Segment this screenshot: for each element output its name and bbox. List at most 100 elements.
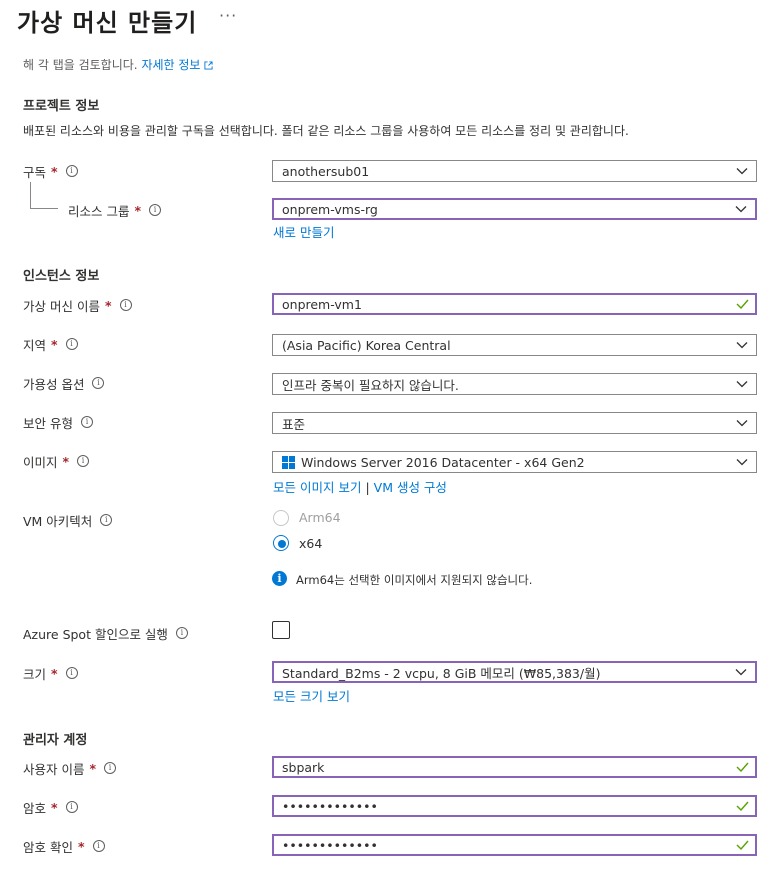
intro-text: 해 각 탭을 검토합니다. 자세한 정보 — [23, 56, 214, 73]
link-separator: | — [365, 480, 370, 495]
resource-group-value: onprem-vms-rg — [282, 201, 378, 217]
image-label-text: 이미지 — [23, 454, 58, 470]
info-icon[interactable]: i — [65, 801, 78, 813]
region-dropdown[interactable]: (Asia Pacific) Korea Central — [272, 334, 757, 356]
vm-name-input[interactable]: onprem-vm1 — [272, 293, 757, 315]
password-input[interactable]: ••••••••••••• — [272, 795, 757, 817]
info-icon[interactable]: i — [65, 667, 78, 679]
required-marker: * — [77, 838, 85, 854]
external-link-icon — [204, 61, 214, 70]
username-input[interactable]: sbpark — [272, 756, 757, 778]
checkmark-icon — [736, 299, 749, 309]
subscription-label-text: 구독 — [23, 164, 47, 180]
tree-connector-vertical — [30, 182, 31, 208]
size-value: Standard_B2ms - 2 vcpu, 8 GiB 메모리 (₩85,3… — [282, 665, 601, 681]
azure-spot-label-text: Azure Spot 할인으로 실행 — [23, 626, 168, 642]
availability-dropdown[interactable]: 인프라 중복이 필요하지 않습니다. — [272, 373, 757, 395]
info-icon[interactable]: i — [119, 299, 132, 311]
resource-group-label-text: 리소스 그룹 — [68, 203, 130, 219]
security-type-label-text: 보안 유형 — [23, 415, 73, 431]
checkmark-icon — [736, 801, 749, 811]
username-value: sbpark — [282, 759, 325, 775]
info-icon[interactable]: i — [65, 165, 78, 177]
learn-more-label: 자세한 정보 — [141, 58, 201, 72]
availability-label: 가용성 옵션 i — [23, 373, 105, 393]
info-icon[interactable]: i — [100, 514, 113, 526]
info-icon[interactable]: i — [77, 455, 90, 467]
configure-vm-generation-link[interactable]: VM 생성 구성 — [374, 480, 447, 495]
arm64-radio[interactable] — [273, 510, 289, 526]
page-title: 가상 머신 만들기 — [17, 9, 198, 37]
project-description: 배포된 리소스와 비용을 관리할 구독을 선택합니다. 폴더 같은 리소스 그룹… — [23, 124, 629, 138]
chevron-down-icon — [736, 168, 748, 175]
info-icon[interactable]: i — [149, 204, 162, 216]
required-marker: * — [51, 336, 58, 352]
vm-name-label: 가상 머신 이름 * i — [23, 295, 132, 315]
x64-radio[interactable] — [273, 535, 289, 551]
learn-more-link[interactable]: 자세한 정보 — [141, 58, 214, 72]
password-label: 암호 * i — [23, 797, 78, 817]
required-marker: * — [134, 202, 142, 218]
region-label: 지역 * i — [23, 334, 78, 354]
vm-architecture-label-text: VM 아키텍처 — [23, 513, 93, 529]
required-marker: * — [51, 163, 58, 179]
arm64-unsupported-note: Arm64는 선택한 이미지에서 지원되지 않습니다. — [296, 573, 533, 587]
see-all-images-link[interactable]: 모든 이미지 보기 — [273, 480, 361, 495]
subscription-dropdown[interactable]: anothersub01 — [272, 160, 757, 182]
confirm-password-label: 암호 확인 * i — [23, 836, 105, 856]
arm64-label: Arm64 — [299, 510, 341, 525]
security-type-value: 표준 — [282, 416, 306, 432]
region-label-text: 지역 — [23, 337, 47, 353]
required-marker: * — [104, 297, 112, 313]
password-label-text: 암호 — [23, 800, 47, 816]
username-label: 사용자 이름 * i — [23, 758, 117, 778]
required-marker: * — [89, 760, 97, 776]
chevron-down-icon — [735, 206, 747, 213]
intro-text-label: 해 각 탭을 검토합니다. — [23, 58, 138, 72]
chevron-down-icon — [736, 459, 748, 466]
confirm-password-input[interactable]: ••••••••••••• — [272, 834, 757, 856]
security-type-dropdown[interactable]: 표준 — [272, 412, 757, 434]
password-value: ••••••••••••• — [282, 798, 378, 814]
resource-group-label: 리소스 그룹 * i — [68, 200, 162, 220]
required-marker: * — [51, 799, 58, 815]
required-marker: * — [51, 665, 58, 681]
x64-label: x64 — [299, 536, 323, 551]
chevron-down-icon — [736, 420, 748, 427]
confirm-password-label-text: 암호 확인 — [23, 839, 73, 855]
see-all-sizes-link[interactable]: 모든 크기 보기 — [273, 686, 350, 705]
image-dropdown[interactable]: Windows Server 2016 Datacenter - x64 Gen… — [272, 451, 757, 473]
username-label-text: 사용자 이름 — [23, 761, 85, 777]
info-icon[interactable]: i — [175, 627, 188, 639]
project-details-heading: 프로젝트 정보 — [23, 99, 100, 114]
image-label: 이미지 * i — [23, 451, 90, 471]
more-options-button[interactable]: ··· — [219, 6, 237, 25]
chevron-down-icon — [736, 342, 748, 349]
image-links: 모든 이미지 보기 | VM 생성 구성 — [273, 477, 447, 496]
subscription-value: anothersub01 — [282, 163, 370, 179]
size-label: 크기 * i — [23, 663, 78, 683]
info-icon[interactable]: i — [92, 840, 105, 852]
info-icon[interactable]: i — [104, 762, 117, 774]
checkmark-icon — [736, 840, 749, 850]
chevron-down-icon — [736, 381, 748, 388]
info-icon[interactable]: i — [65, 338, 78, 350]
create-new-resource-group-link[interactable]: 새로 만들기 — [273, 222, 334, 241]
azure-spot-checkbox[interactable] — [272, 621, 290, 639]
info-icon[interactable]: i — [80, 416, 93, 428]
tree-connector-horizontal — [30, 208, 58, 209]
vm-name-value: onprem-vm1 — [282, 296, 362, 312]
windows-icon — [282, 455, 295, 469]
availability-value: 인프라 중복이 필요하지 않습니다. — [282, 377, 459, 393]
resource-group-dropdown[interactable]: onprem-vms-rg — [272, 198, 757, 220]
image-value: Windows Server 2016 Datacenter - x64 Gen… — [301, 454, 585, 470]
info-icon[interactable]: i — [92, 377, 105, 389]
info-filled-icon: i — [272, 571, 287, 586]
checkmark-icon — [736, 762, 749, 772]
confirm-password-value: ••••••••••••• — [282, 837, 378, 853]
availability-label-text: 가용성 옵션 — [23, 376, 85, 392]
size-label-text: 크기 — [23, 666, 47, 682]
size-dropdown[interactable]: Standard_B2ms - 2 vcpu, 8 GiB 메모리 (₩85,3… — [272, 661, 757, 683]
chevron-down-icon — [735, 669, 747, 676]
security-type-label: 보안 유형 i — [23, 412, 93, 432]
